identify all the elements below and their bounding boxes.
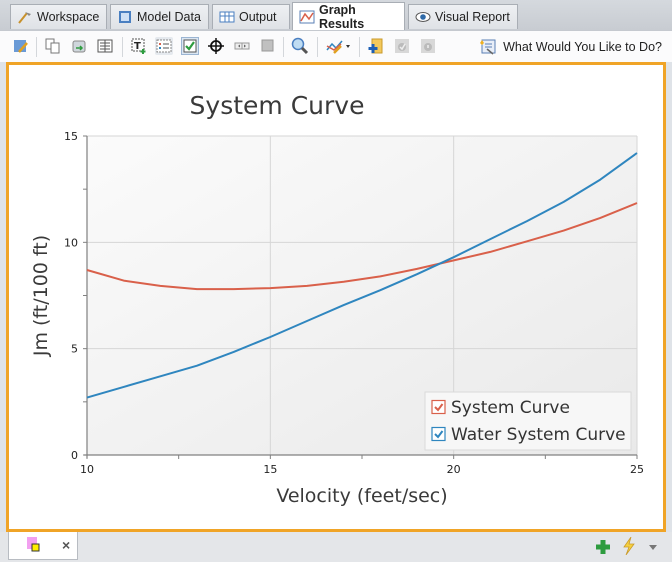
graph-toolbar: T What Would You Like to Do? bbox=[0, 30, 672, 62]
copy-icon bbox=[45, 38, 60, 54]
disabled-check-icon bbox=[395, 39, 409, 53]
y-tick-label: 15 bbox=[64, 130, 78, 143]
graph-style-icon bbox=[326, 40, 350, 54]
chart-legend: System Curve Water System Curve bbox=[424, 391, 632, 451]
what-would-you-like-label: What Would You Like to Do? bbox=[503, 40, 662, 54]
eye-icon bbox=[415, 10, 431, 24]
y-tick-label: 10 bbox=[64, 236, 78, 249]
tab-label: Output bbox=[239, 10, 277, 24]
chevron-down-icon[interactable] bbox=[648, 544, 658, 552]
tab-label: Model Data bbox=[137, 10, 201, 24]
y-axis-label: Jm (ft/100 ft) bbox=[30, 235, 52, 357]
graph-document-icon bbox=[27, 537, 40, 552]
slider-button[interactable] bbox=[233, 37, 251, 55]
table-icon bbox=[97, 39, 113, 53]
disabled-check-button[interactable] bbox=[393, 37, 411, 55]
tab-visual-report[interactable]: Visual Report bbox=[408, 4, 518, 29]
tab-bar: Workspace Model Data Output Graph Result… bbox=[0, 0, 672, 31]
x-tick-label: 20 bbox=[447, 463, 461, 476]
close-tab-button[interactable]: × bbox=[62, 537, 70, 553]
toolbar-separator bbox=[317, 37, 318, 57]
slider-icon bbox=[234, 42, 250, 50]
add-graph-button[interactable] bbox=[367, 37, 385, 55]
export-icon bbox=[72, 40, 86, 53]
wizard-icon bbox=[480, 39, 496, 55]
legend-checkbox-water-system-curve bbox=[431, 426, 446, 442]
tab-output[interactable]: Output bbox=[212, 4, 290, 29]
graph-style-dropdown[interactable] bbox=[325, 37, 353, 55]
edit-graph-button[interactable] bbox=[12, 37, 30, 55]
svg-text:T: T bbox=[134, 41, 141, 52]
square-icon bbox=[261, 39, 274, 52]
crosshair-button[interactable] bbox=[207, 37, 225, 55]
disabled-info-icon bbox=[421, 39, 435, 53]
checkbox-icon bbox=[183, 39, 197, 53]
add-graph-tab-button[interactable] bbox=[595, 539, 611, 555]
tab-label: Visual Report bbox=[435, 10, 510, 24]
toolbar-separator bbox=[283, 37, 284, 57]
zoom-button[interactable] bbox=[291, 37, 309, 55]
toolbar-separator bbox=[36, 37, 37, 57]
graph-document-tab[interactable]: × bbox=[8, 532, 78, 560]
zoom-icon bbox=[291, 37, 309, 55]
tab-workspace[interactable]: Workspace bbox=[10, 4, 107, 29]
table-button[interactable] bbox=[96, 37, 114, 55]
x-axis-label: Velocity (feet/sec) bbox=[276, 485, 447, 507]
copy-button[interactable] bbox=[44, 37, 62, 55]
add-graph-icon bbox=[368, 38, 383, 54]
crosshair-icon bbox=[208, 38, 224, 54]
tab-model-data[interactable]: Model Data bbox=[110, 4, 209, 29]
bottom-bar: × bbox=[0, 532, 672, 562]
x-tick-label: 15 bbox=[263, 463, 277, 476]
y-tick-label: 5 bbox=[71, 343, 78, 356]
x-tick-label: 10 bbox=[80, 463, 94, 476]
add-text-icon: T bbox=[131, 38, 146, 54]
legend-icon bbox=[156, 39, 172, 53]
legend-button[interactable] bbox=[155, 37, 173, 55]
disabled-info-button[interactable] bbox=[419, 37, 437, 55]
show-series-toggle[interactable] bbox=[181, 37, 199, 55]
system-curve-chart[interactable]: System Curve 10 15 20 25 0 5 10 15 Velocity (fe… bbox=[9, 65, 663, 529]
tab-label: Workspace bbox=[37, 10, 100, 24]
chart-title: System Curve bbox=[190, 91, 365, 120]
graph-panel: System Curve 10 15 20 25 0 5 10 15 Velocity (fe… bbox=[6, 62, 666, 532]
legend-label-system-curve: System Curve bbox=[451, 398, 570, 418]
stop-button[interactable] bbox=[259, 37, 277, 55]
toolbar-separator bbox=[122, 37, 123, 57]
graph-icon bbox=[299, 10, 315, 24]
lightning-icon[interactable] bbox=[622, 537, 636, 555]
output-table-icon bbox=[219, 10, 235, 24]
add-text-button[interactable]: T bbox=[130, 37, 148, 55]
x-tick-label: 25 bbox=[630, 463, 644, 476]
model-data-icon bbox=[117, 10, 133, 24]
workspace-icon bbox=[17, 10, 33, 24]
export-button[interactable] bbox=[70, 37, 88, 55]
what-would-you-like-button[interactable]: What Would You Like to Do? bbox=[479, 37, 662, 57]
toolbar-separator bbox=[359, 37, 360, 57]
y-tick-label: 0 bbox=[71, 449, 78, 462]
legend-checkbox-system-curve bbox=[431, 399, 446, 415]
edit-graph-icon bbox=[14, 40, 28, 53]
legend-label-water-system-curve: Water System Curve bbox=[451, 425, 626, 445]
tab-graph-results[interactable]: Graph Results bbox=[292, 2, 405, 31]
tab-label: Graph Results bbox=[319, 3, 365, 31]
